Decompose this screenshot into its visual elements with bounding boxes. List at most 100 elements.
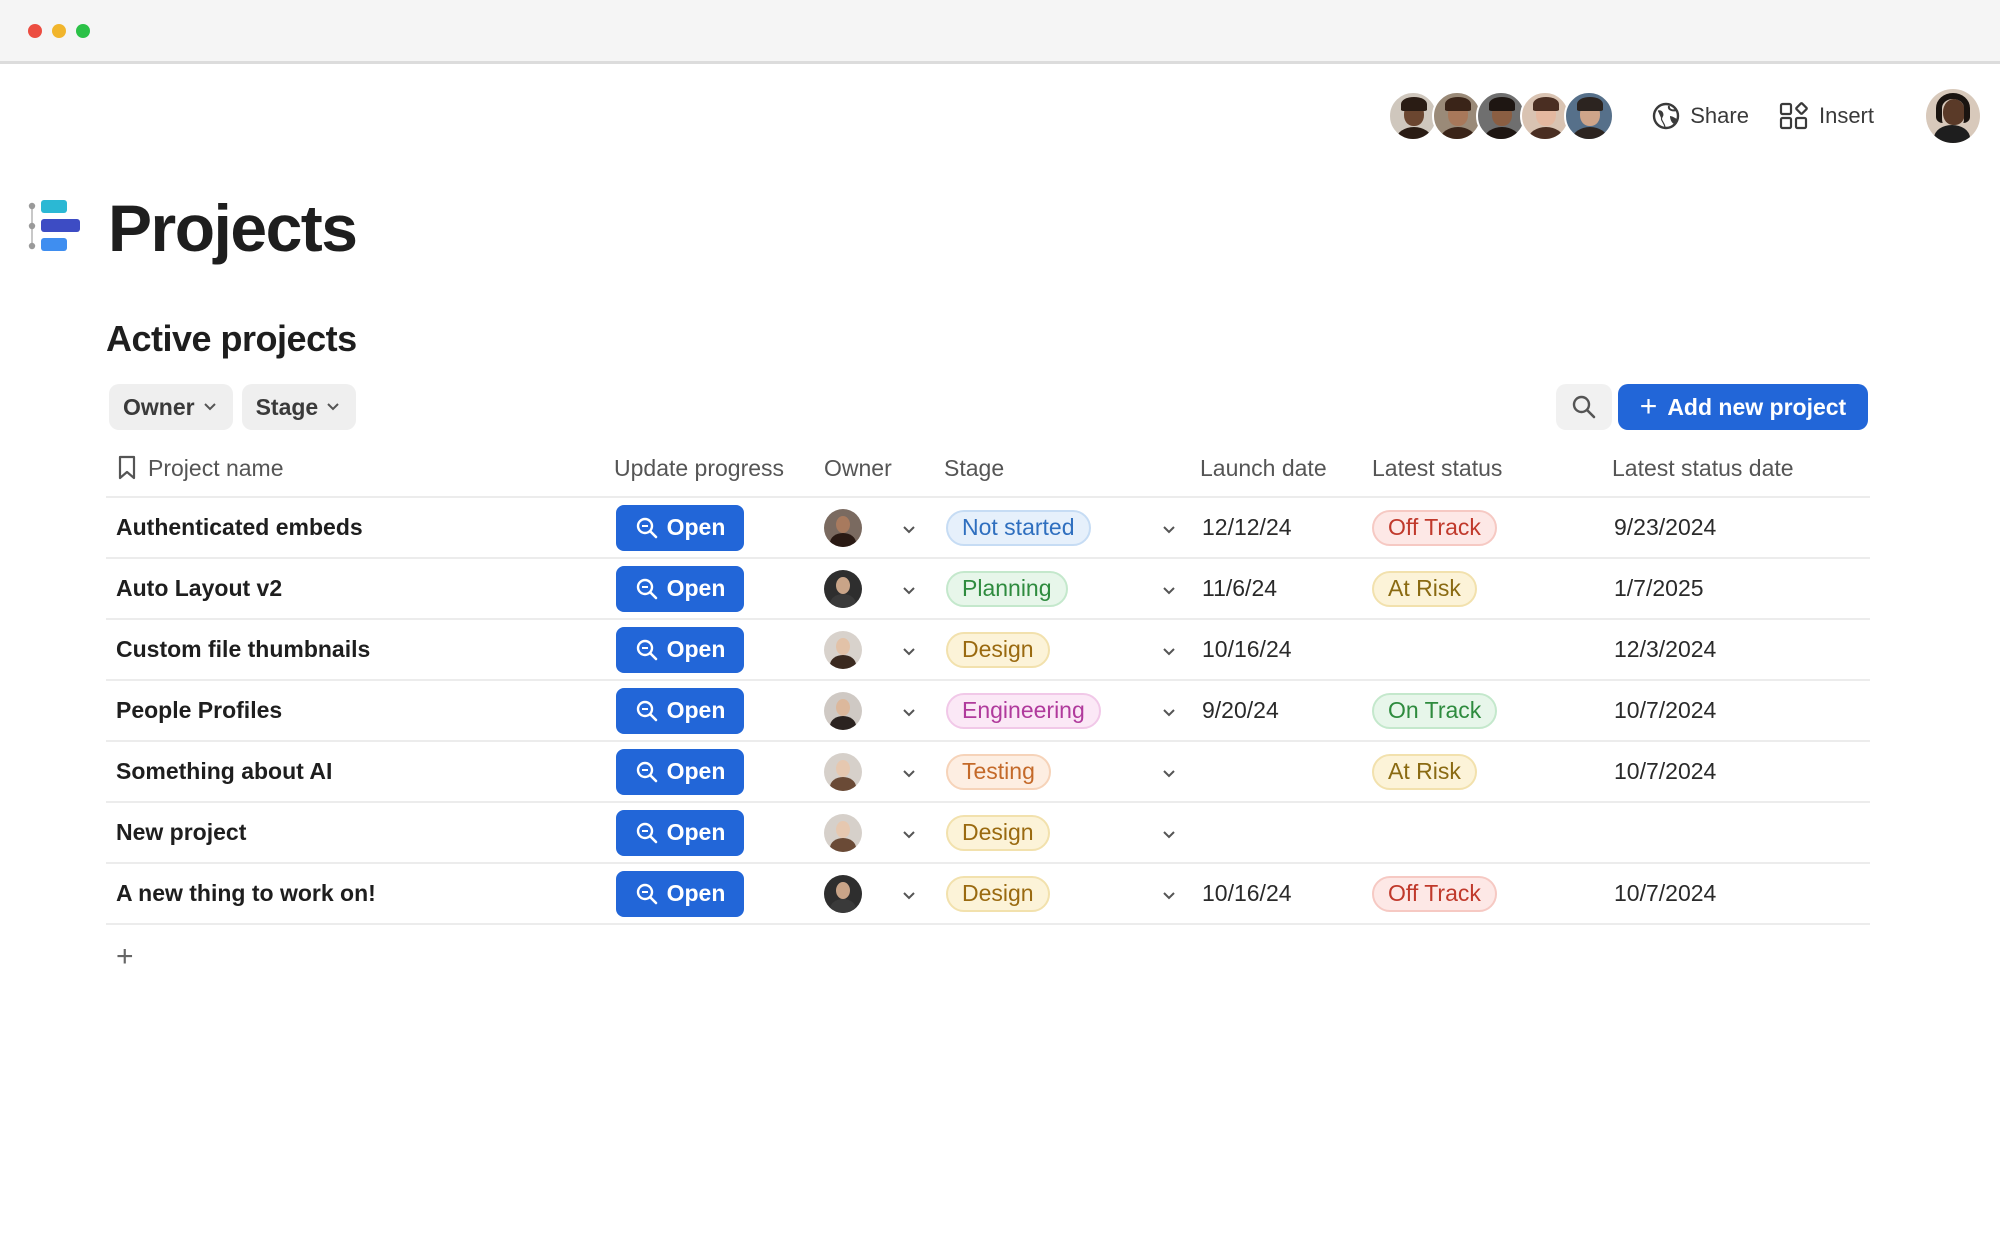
project-name-cell[interactable]: A new thing to work on! (106, 880, 614, 907)
stage-badge[interactable]: Design (946, 814, 1050, 851)
owner-cell[interactable] (824, 508, 944, 547)
stage-cell[interactable]: Design (944, 814, 1200, 851)
status-badge[interactable]: On Track (1372, 692, 1498, 729)
share-button[interactable]: Share (1652, 102, 1749, 130)
project-name-cell[interactable]: Something about AI (106, 758, 614, 785)
open-project-button[interactable]: Open (616, 626, 744, 673)
latest-status-cell[interactable]: At Risk (1372, 753, 1612, 790)
open-project-button[interactable]: Open (616, 687, 744, 734)
zoom-window-button[interactable] (76, 24, 90, 38)
latest-status-date-cell[interactable]: 10/7/2024 (1612, 880, 1870, 907)
stage-cell[interactable]: Planning (944, 570, 1200, 607)
stage-badge[interactable]: Testing (946, 753, 1051, 790)
open-project-button[interactable]: Open (616, 504, 744, 551)
status-badge[interactable]: At Risk (1372, 570, 1477, 607)
owner-avatar[interactable] (824, 752, 862, 791)
owner-avatar[interactable] (824, 630, 862, 669)
stage-dropdown-toggle[interactable] (1162, 819, 1176, 846)
latest-status-date-cell[interactable]: 1/7/2025 (1612, 575, 1870, 602)
column-header-project-name[interactable]: Project name (106, 455, 614, 482)
latest-status-cell[interactable]: On Track (1372, 692, 1612, 729)
add-new-project-button[interactable]: + Add new project (1618, 384, 1868, 430)
minimize-window-button[interactable] (52, 24, 66, 38)
table-row[interactable]: New project Open Design (106, 803, 1870, 864)
owner-filter-button[interactable]: Owner (109, 384, 233, 430)
status-badge[interactable]: At Risk (1372, 753, 1477, 790)
latest-status-date-cell[interactable]: 12/3/2024 (1612, 636, 1870, 663)
stage-badge[interactable]: Design (946, 875, 1050, 912)
owner-cell[interactable] (824, 569, 944, 608)
table-row[interactable]: People Profiles Open Engineering 9/20/24 On … (106, 681, 1870, 742)
owner-dropdown-toggle[interactable] (902, 575, 916, 602)
column-header-latest-status-date[interactable]: Latest status date (1612, 455, 1870, 482)
launch-date-cell[interactable]: 11/6/24 (1200, 575, 1372, 602)
collaborator-avatar[interactable] (1388, 91, 1439, 141)
table-row[interactable]: Custom file thumbnails Open Design 10/16/24… (106, 620, 1870, 681)
owner-cell[interactable] (824, 813, 944, 852)
stage-dropdown-toggle[interactable] (1162, 697, 1176, 724)
owner-cell[interactable] (824, 752, 944, 791)
stage-dropdown-toggle[interactable] (1162, 514, 1176, 541)
latest-status-date-cell[interactable]: 9/23/2024 (1612, 514, 1870, 541)
stage-badge[interactable]: Design (946, 631, 1050, 668)
stage-badge[interactable]: Engineering (946, 692, 1101, 729)
project-name-cell[interactable]: People Profiles (106, 697, 614, 724)
owner-avatar[interactable] (824, 569, 862, 608)
stage-cell[interactable]: Design (944, 875, 1200, 912)
insert-button[interactable]: Insert (1779, 101, 1874, 131)
stage-cell[interactable]: Engineering (944, 692, 1200, 729)
open-project-button[interactable]: Open (616, 565, 744, 612)
column-header-launch-date[interactable]: Launch date (1200, 455, 1372, 482)
latest-status-date-cell[interactable]: 10/7/2024 (1612, 758, 1870, 785)
stage-dropdown-toggle[interactable] (1162, 575, 1176, 602)
collaborator-avatar[interactable] (1432, 91, 1483, 141)
owner-avatar[interactable] (824, 813, 862, 852)
open-project-button[interactable]: Open (616, 748, 744, 795)
stage-dropdown-toggle[interactable] (1162, 758, 1176, 785)
stage-dropdown-toggle[interactable] (1162, 880, 1176, 907)
collaborator-avatar[interactable] (1564, 91, 1615, 141)
owner-cell[interactable] (824, 874, 944, 913)
owner-avatar[interactable] (824, 508, 862, 547)
project-name-cell[interactable]: Custom file thumbnails (106, 636, 614, 663)
table-row[interactable]: A new thing to work on! Open Design 10/16/2… (106, 864, 1870, 925)
owner-dropdown-toggle[interactable] (902, 880, 916, 907)
owner-cell[interactable] (824, 691, 944, 730)
launch-date-cell[interactable]: 9/20/24 (1200, 697, 1372, 724)
stage-dropdown-toggle[interactable] (1162, 636, 1176, 663)
status-badge[interactable]: Off Track (1372, 509, 1497, 546)
owner-dropdown-toggle[interactable] (902, 636, 916, 663)
table-row[interactable]: Something about AI Open Testing At Risk 10/7… (106, 742, 1870, 803)
column-header-stage[interactable]: Stage (944, 455, 1200, 482)
table-row[interactable]: Authenticated embeds Open Not started 12/12… (106, 498, 1870, 559)
stage-cell[interactable]: Testing (944, 753, 1200, 790)
table-row[interactable]: Auto Layout v2 Open Planning 11/6/24 At Risk… (106, 559, 1870, 620)
project-name-cell[interactable]: Auto Layout v2 (106, 575, 614, 602)
owner-avatar[interactable] (824, 874, 862, 913)
open-project-button[interactable]: Open (616, 870, 744, 917)
stage-badge[interactable]: Planning (946, 570, 1068, 607)
project-name-cell[interactable]: Authenticated embeds (106, 514, 614, 541)
column-header-owner[interactable]: Owner (824, 455, 944, 482)
latest-status-cell[interactable]: Off Track (1372, 875, 1612, 912)
latest-status-date-cell[interactable]: 10/7/2024 (1612, 697, 1870, 724)
owner-dropdown-toggle[interactable] (902, 758, 916, 785)
add-row-button[interactable]: + (116, 940, 134, 974)
collaborator-avatars[interactable] (1388, 91, 1615, 141)
launch-date-cell[interactable]: 12/12/24 (1200, 514, 1372, 541)
latest-status-cell[interactable]: Off Track (1372, 509, 1612, 546)
status-badge[interactable]: Off Track (1372, 875, 1497, 912)
latest-status-cell[interactable]: At Risk (1372, 570, 1612, 607)
close-window-button[interactable] (28, 24, 42, 38)
owner-avatar[interactable] (824, 691, 862, 730)
project-name-cell[interactable]: New project (106, 819, 614, 846)
launch-date-cell[interactable]: 10/16/24 (1200, 880, 1372, 907)
launch-date-cell[interactable]: 10/16/24 (1200, 636, 1372, 663)
owner-dropdown-toggle[interactable] (902, 819, 916, 846)
owner-dropdown-toggle[interactable] (902, 697, 916, 724)
column-header-latest-status[interactable]: Latest status (1372, 455, 1612, 482)
column-header-update-progress[interactable]: Update progress (614, 455, 824, 482)
collaborator-avatar[interactable] (1520, 91, 1571, 141)
owner-cell[interactable] (824, 630, 944, 669)
current-user-avatar[interactable] (1926, 89, 1980, 143)
